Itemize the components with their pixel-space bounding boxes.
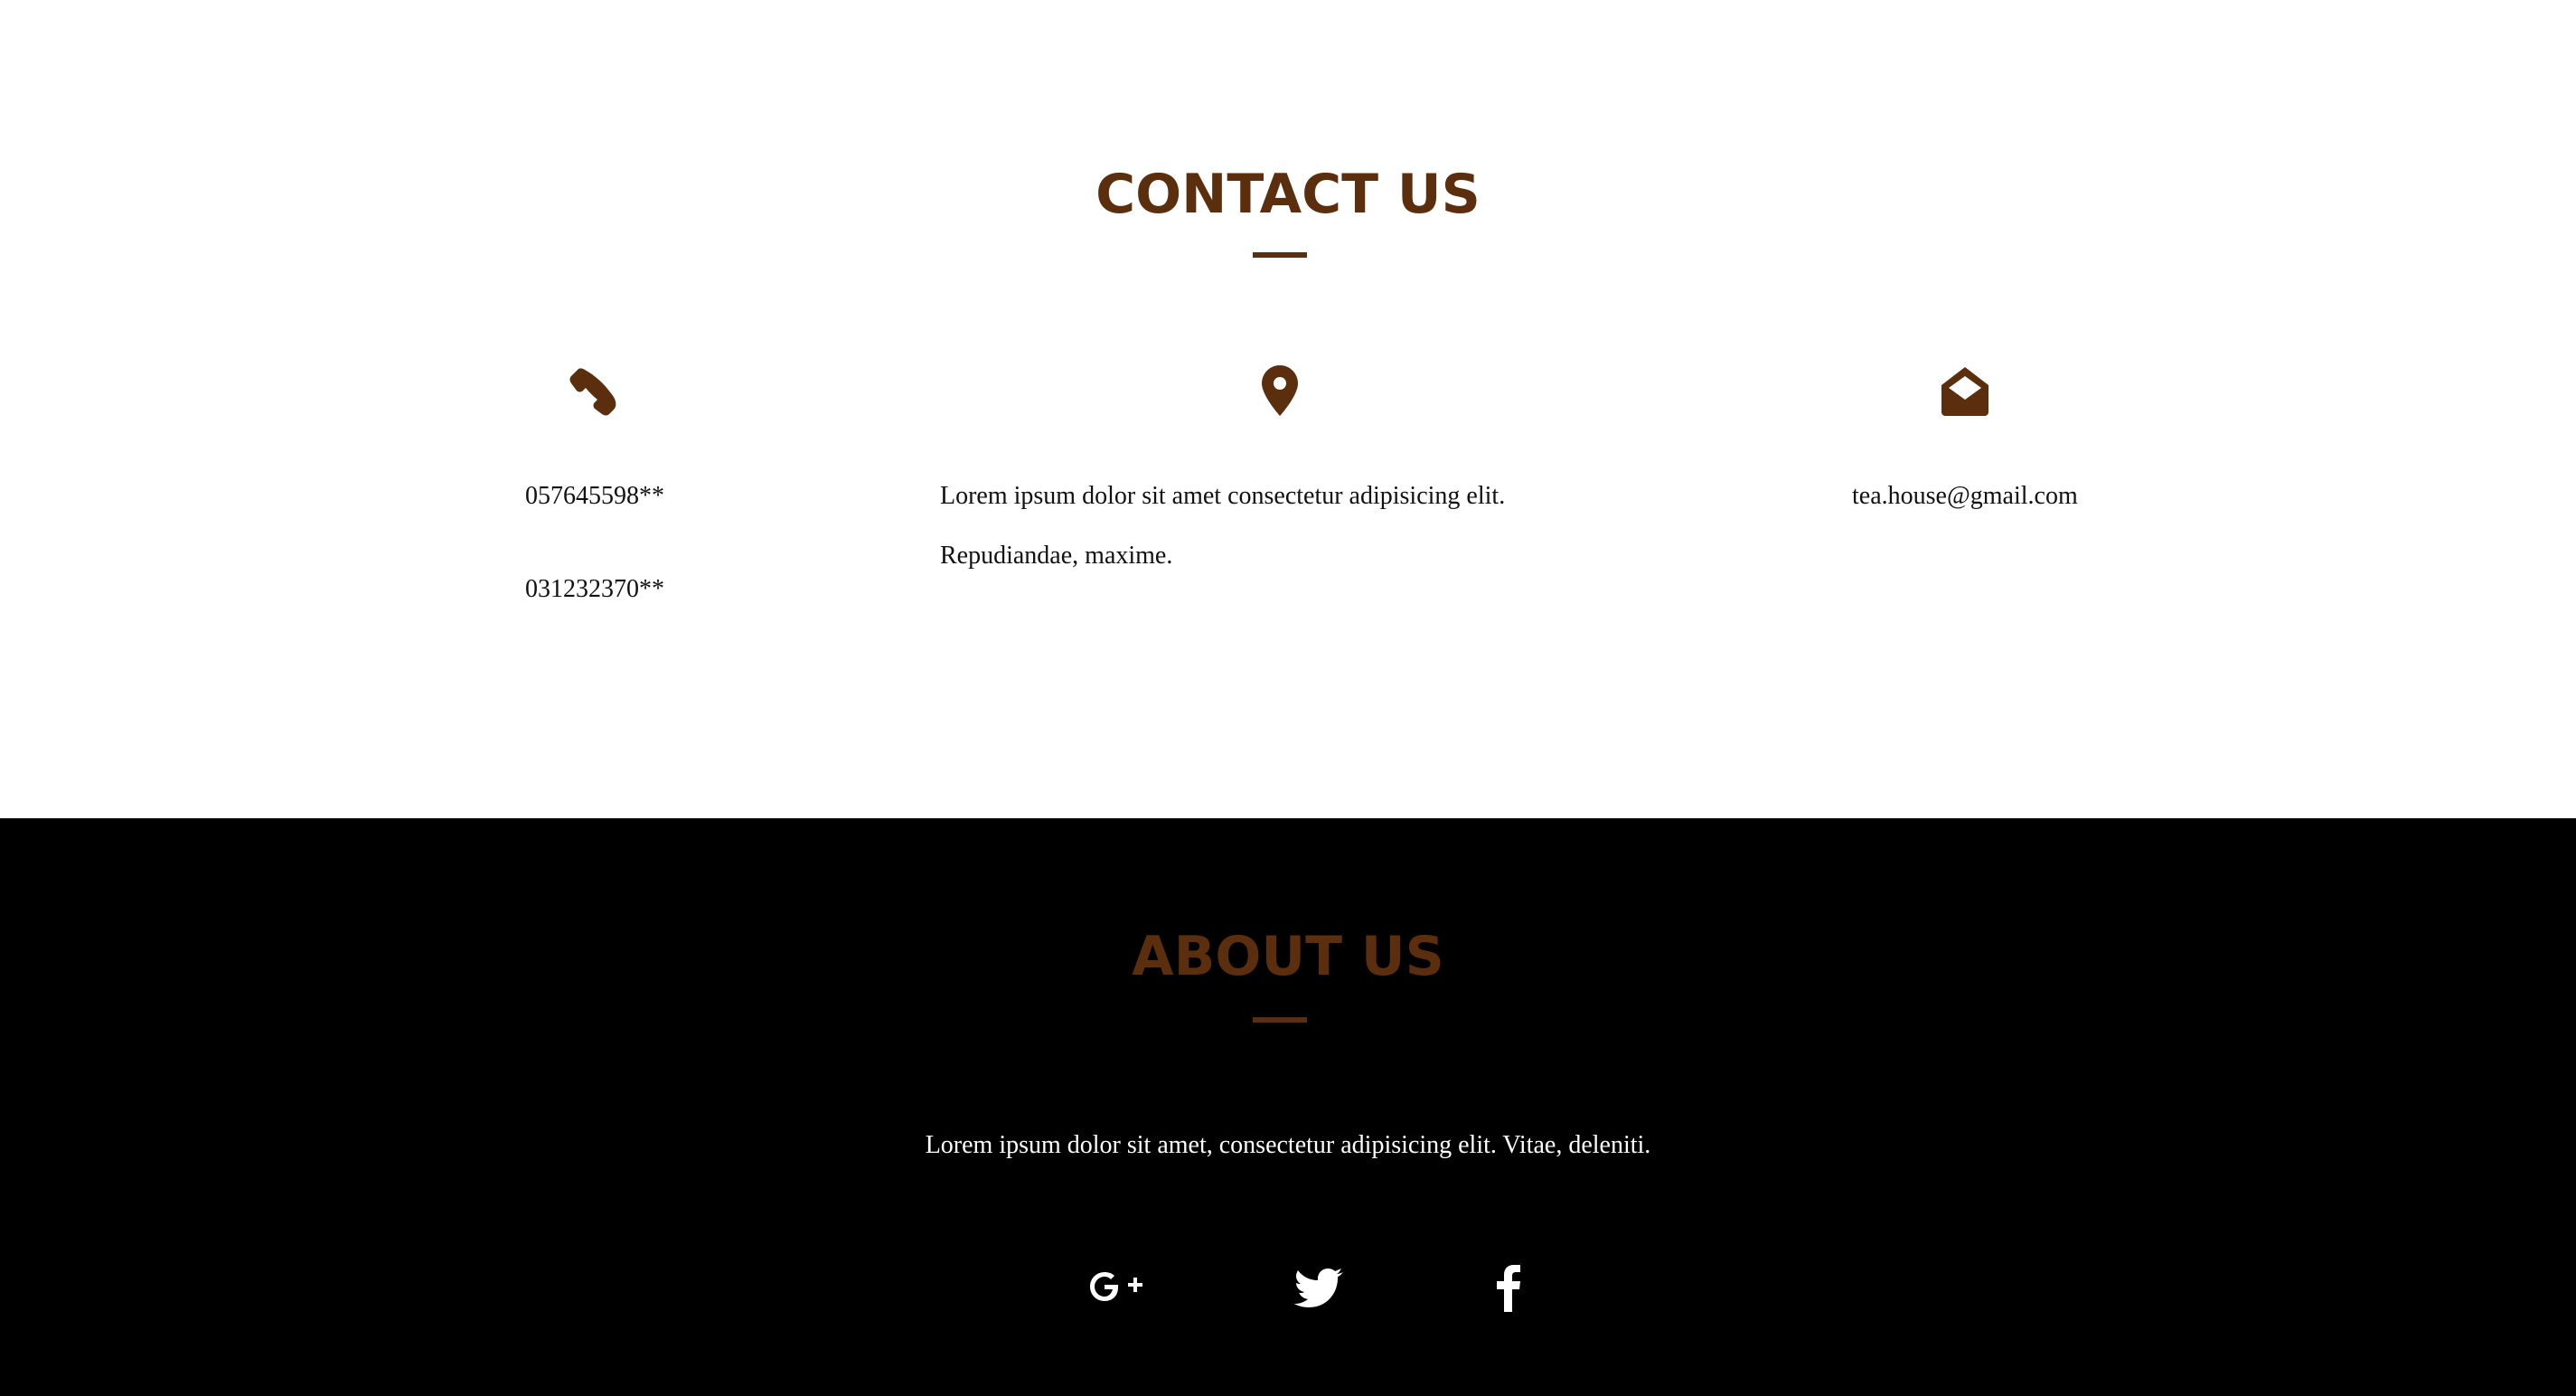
about-title-divider	[1253, 1017, 1307, 1023]
contact-title: CONTACT US	[1095, 163, 1481, 226]
about-section: ABOUT US Lorem ipsum dolor sit amet, con…	[0, 818, 2576, 1396]
twitter-icon[interactable]	[1287, 1259, 1350, 1314]
email-address: tea.house@gmail.com	[1852, 482, 2078, 510]
address-line-2: Repudiandae, maxime.	[940, 542, 1173, 570]
google-plus-icon[interactable]	[1085, 1259, 1148, 1314]
about-title: ABOUT US	[1132, 925, 1444, 988]
phone-icon	[568, 363, 622, 418]
map-marker-icon	[1253, 363, 1307, 418]
facebook-icon[interactable]	[1477, 1259, 1540, 1314]
about-text: Lorem ipsum dolor sit amet, consectetur …	[925, 1131, 1651, 1159]
phone-number-2: 031232370**	[525, 575, 664, 603]
address-line-1: Lorem ipsum dolor sit amet consectetur a…	[940, 482, 1506, 510]
contact-section: CONTACT US 057645598** 031232370** Lorem…	[0, 0, 2576, 818]
envelope-open-icon	[1938, 363, 1992, 418]
phone-number-1: 057645598**	[525, 482, 664, 510]
contact-title-divider	[1253, 252, 1307, 258]
